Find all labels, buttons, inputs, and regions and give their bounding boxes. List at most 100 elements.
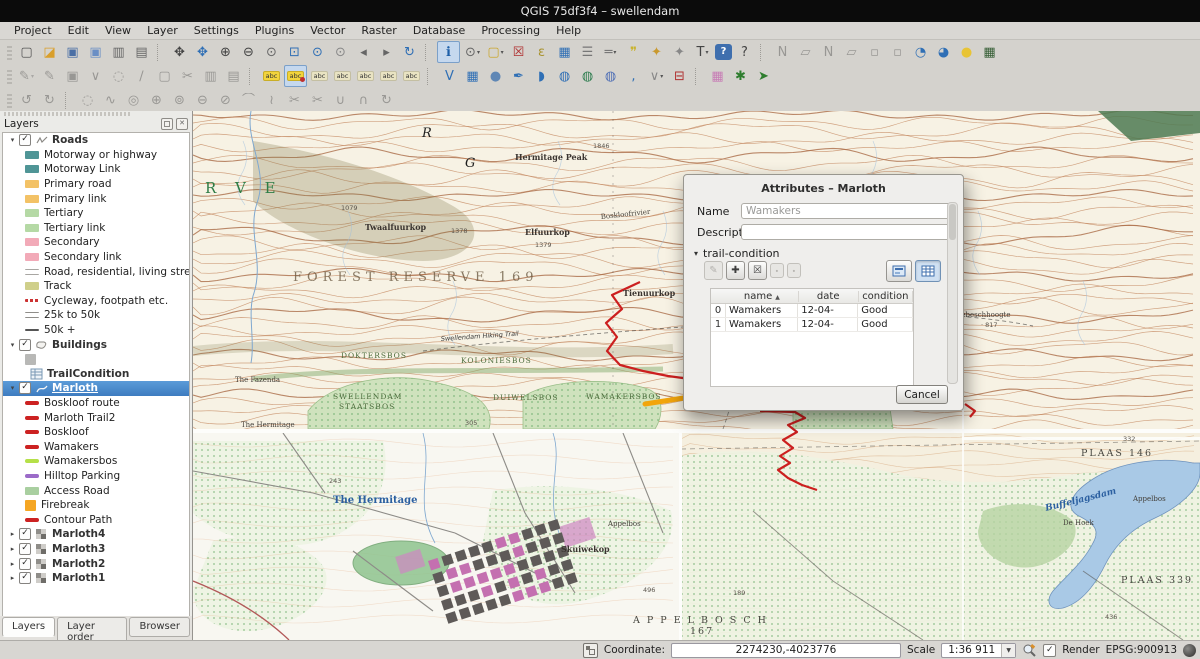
add-wfs-layer-icon[interactable]: ◍ (600, 66, 621, 86)
zoom-native-icon[interactable]: ⊙ (261, 42, 282, 62)
layer-item-contour-path[interactable]: Contour Path (3, 512, 189, 527)
grass-tools-icon[interactable]: ▦ (979, 42, 1000, 62)
zoom-next-icon[interactable]: ▸ (376, 42, 397, 62)
layer-item-symbol[interactable] (3, 352, 189, 367)
add-raster-layer-icon[interactable]: ▦ (462, 66, 483, 86)
add-mssql-layer-icon[interactable]: ◗ (531, 66, 552, 86)
layer-item-secondary-link[interactable]: Secondary link (3, 250, 189, 265)
chevron-down-icon[interactable]: ▼ (1001, 644, 1015, 657)
map-tips-icon[interactable]: ❞ (623, 42, 644, 62)
expand-arrow-icon[interactable]: ▾ (7, 384, 18, 392)
select-by-area-icon[interactable]: ⊙▾ (462, 42, 483, 62)
table-row[interactable]: 1Wamakers12-04-2013Good (711, 318, 913, 332)
coordinate-field[interactable]: 2274230,-4023776 (671, 643, 901, 658)
table-view-button[interactable] (915, 260, 941, 282)
whats-this-icon[interactable]: ? (734, 42, 755, 62)
menu-plugins[interactable]: Plugins (247, 23, 302, 38)
panel-tab-browser[interactable]: Browser (129, 617, 190, 637)
save-project-as-icon[interactable]: ▣ (85, 42, 106, 62)
zoom-out-icon[interactable]: ⊖ (238, 42, 259, 62)
scale-combo[interactable]: 1:36 911 ▼ (941, 643, 1016, 658)
map-tile-plugin-icon[interactable]: ▦ (707, 66, 728, 86)
select-by-expression-icon[interactable]: ε (531, 42, 552, 62)
magnifier-icon[interactable] (1022, 643, 1037, 658)
description-field[interactable] (741, 224, 957, 240)
layer-item-marloth[interactable]: ▾✓Marloth (3, 381, 189, 396)
layer-item-marloth1[interactable]: ▸✓Marloth1 (3, 571, 189, 586)
layer-item-boskloof-route[interactable]: Boskloof route (3, 396, 189, 411)
pin-labels-icon[interactable]: abc (309, 66, 330, 86)
open-attribute-table-icon[interactable]: ▦ (554, 42, 575, 62)
section-collapse-icon[interactable]: ▾ (694, 249, 698, 258)
layer-item-marloth2[interactable]: ▸✓Marloth2 (3, 556, 189, 571)
layer-item-motorway-or-highway[interactable]: Motorway or highway (3, 148, 189, 163)
pan-to-selection-icon[interactable]: ✥ (192, 42, 213, 62)
identify-features-icon[interactable]: ℹ (437, 41, 460, 63)
deselect-all-icon[interactable]: ☒ (508, 42, 529, 62)
panel-close-icon[interactable]: ✕ (176, 118, 188, 130)
layer-item-wamakersbos[interactable]: Wamakersbos (3, 454, 189, 469)
measure-line-icon[interactable]: ═▾ (600, 42, 621, 62)
layer-item-firebreak[interactable]: Firebreak (3, 498, 189, 513)
layer-item-road-residential-living-street-etc-[interactable]: Road, residential, living street, etc. (3, 264, 189, 279)
change-label-icon[interactable]: abc (401, 66, 422, 86)
layer-checkbox[interactable]: ✓ (19, 528, 31, 540)
expand-arrow-icon[interactable]: ▸ (7, 560, 18, 568)
menu-raster[interactable]: Raster (353, 23, 404, 38)
layer-item-primary-link[interactable]: Primary link (3, 191, 189, 206)
layer-item-hilltop-parking[interactable]: Hilltop Parking (3, 469, 189, 484)
menu-settings[interactable]: Settings (186, 23, 247, 38)
layer-item-marloth-trail2[interactable]: Marloth Trail2 (3, 410, 189, 425)
expand-arrow-icon[interactable]: ▸ (7, 530, 18, 538)
layer-item-tertiary[interactable]: Tertiary (3, 206, 189, 221)
add-vector-layer-icon[interactable]: V (439, 66, 460, 86)
layer-item-secondary[interactable]: Secondary (3, 235, 189, 250)
rotate-label-icon[interactable]: abc (378, 66, 399, 86)
labeling-icon[interactable]: abc (261, 66, 282, 86)
python-console-icon[interactable]: ● (956, 42, 977, 62)
layer-item-marloth4[interactable]: ▸✓Marloth4 (3, 527, 189, 542)
column-header-condition[interactable]: condition (859, 291, 913, 302)
menu-vector[interactable]: Vector (302, 23, 353, 38)
diagram-overlay-2-icon[interactable]: ◕ (933, 42, 954, 62)
panel-tab-layers[interactable]: Layers (2, 617, 55, 637)
layer-item-access-road[interactable]: Access Road (3, 483, 189, 498)
add-child-feature-icon[interactable]: ✚ (726, 261, 745, 280)
menu-view[interactable]: View (97, 23, 139, 38)
show-bookmarks-icon[interactable]: ✦ (669, 42, 690, 62)
composer-manager-icon[interactable]: ▤ (131, 42, 152, 62)
expand-arrow-icon[interactable]: ▾ (7, 341, 18, 349)
zoom-full-icon[interactable]: ⊡ (284, 42, 305, 62)
column-header-name[interactable]: name▲ (726, 291, 799, 302)
layer-item-primary-road[interactable]: Primary road (3, 177, 189, 192)
layer-item-motorway-link[interactable]: Motorway Link (3, 162, 189, 177)
new-bookmark-icon[interactable]: ✦ (646, 42, 667, 62)
expand-arrow-icon[interactable]: ▾ (7, 136, 18, 144)
layer-checkbox[interactable]: ✓ (19, 382, 31, 394)
layer-item-buildings[interactable]: ▾✓Buildings (3, 337, 189, 352)
add-postgis-layer-icon[interactable]: ● (485, 66, 506, 86)
name-field[interactable]: Wamakers (741, 203, 957, 219)
move-label-icon[interactable]: abc (355, 66, 376, 86)
delete-child-feature-icon[interactable]: ☒ (748, 261, 767, 280)
toggle-extents-icon[interactable] (583, 643, 598, 658)
layer-item-boskloof[interactable]: Boskloof (3, 425, 189, 440)
layer-item-roads[interactable]: ▾✓Roads (3, 133, 189, 148)
form-view-button[interactable] (886, 260, 912, 282)
open-project-icon[interactable]: ◪ (39, 42, 60, 62)
pan-map-icon[interactable]: ✥ (169, 42, 190, 62)
layer-item-25k-to-50k[interactable]: 25k to 50k (3, 308, 189, 323)
menu-layer[interactable]: Layer (139, 23, 186, 38)
add-wcs-layer-icon[interactable]: ◍ (577, 66, 598, 86)
toolbar-handle[interactable] (7, 44, 12, 60)
select-rectangle-icon[interactable]: ▢▾ (485, 42, 506, 62)
refresh-icon[interactable]: ↻ (399, 42, 420, 62)
layer-item-wamakers[interactable]: Wamakers (3, 439, 189, 454)
labeling-options-icon[interactable]: abc (284, 65, 307, 87)
relation-table[interactable]: name▲datecondition0Wamakers12-04-2012Goo… (710, 288, 914, 387)
add-spatialite-layer-icon[interactable]: ✒ (508, 66, 529, 86)
help-contents-icon[interactable]: ? (715, 44, 732, 60)
expand-arrow-icon[interactable]: ▸ (7, 545, 18, 553)
show-hide-labels-icon[interactable]: abc (332, 66, 353, 86)
zoom-last-icon[interactable]: ◂ (353, 42, 374, 62)
